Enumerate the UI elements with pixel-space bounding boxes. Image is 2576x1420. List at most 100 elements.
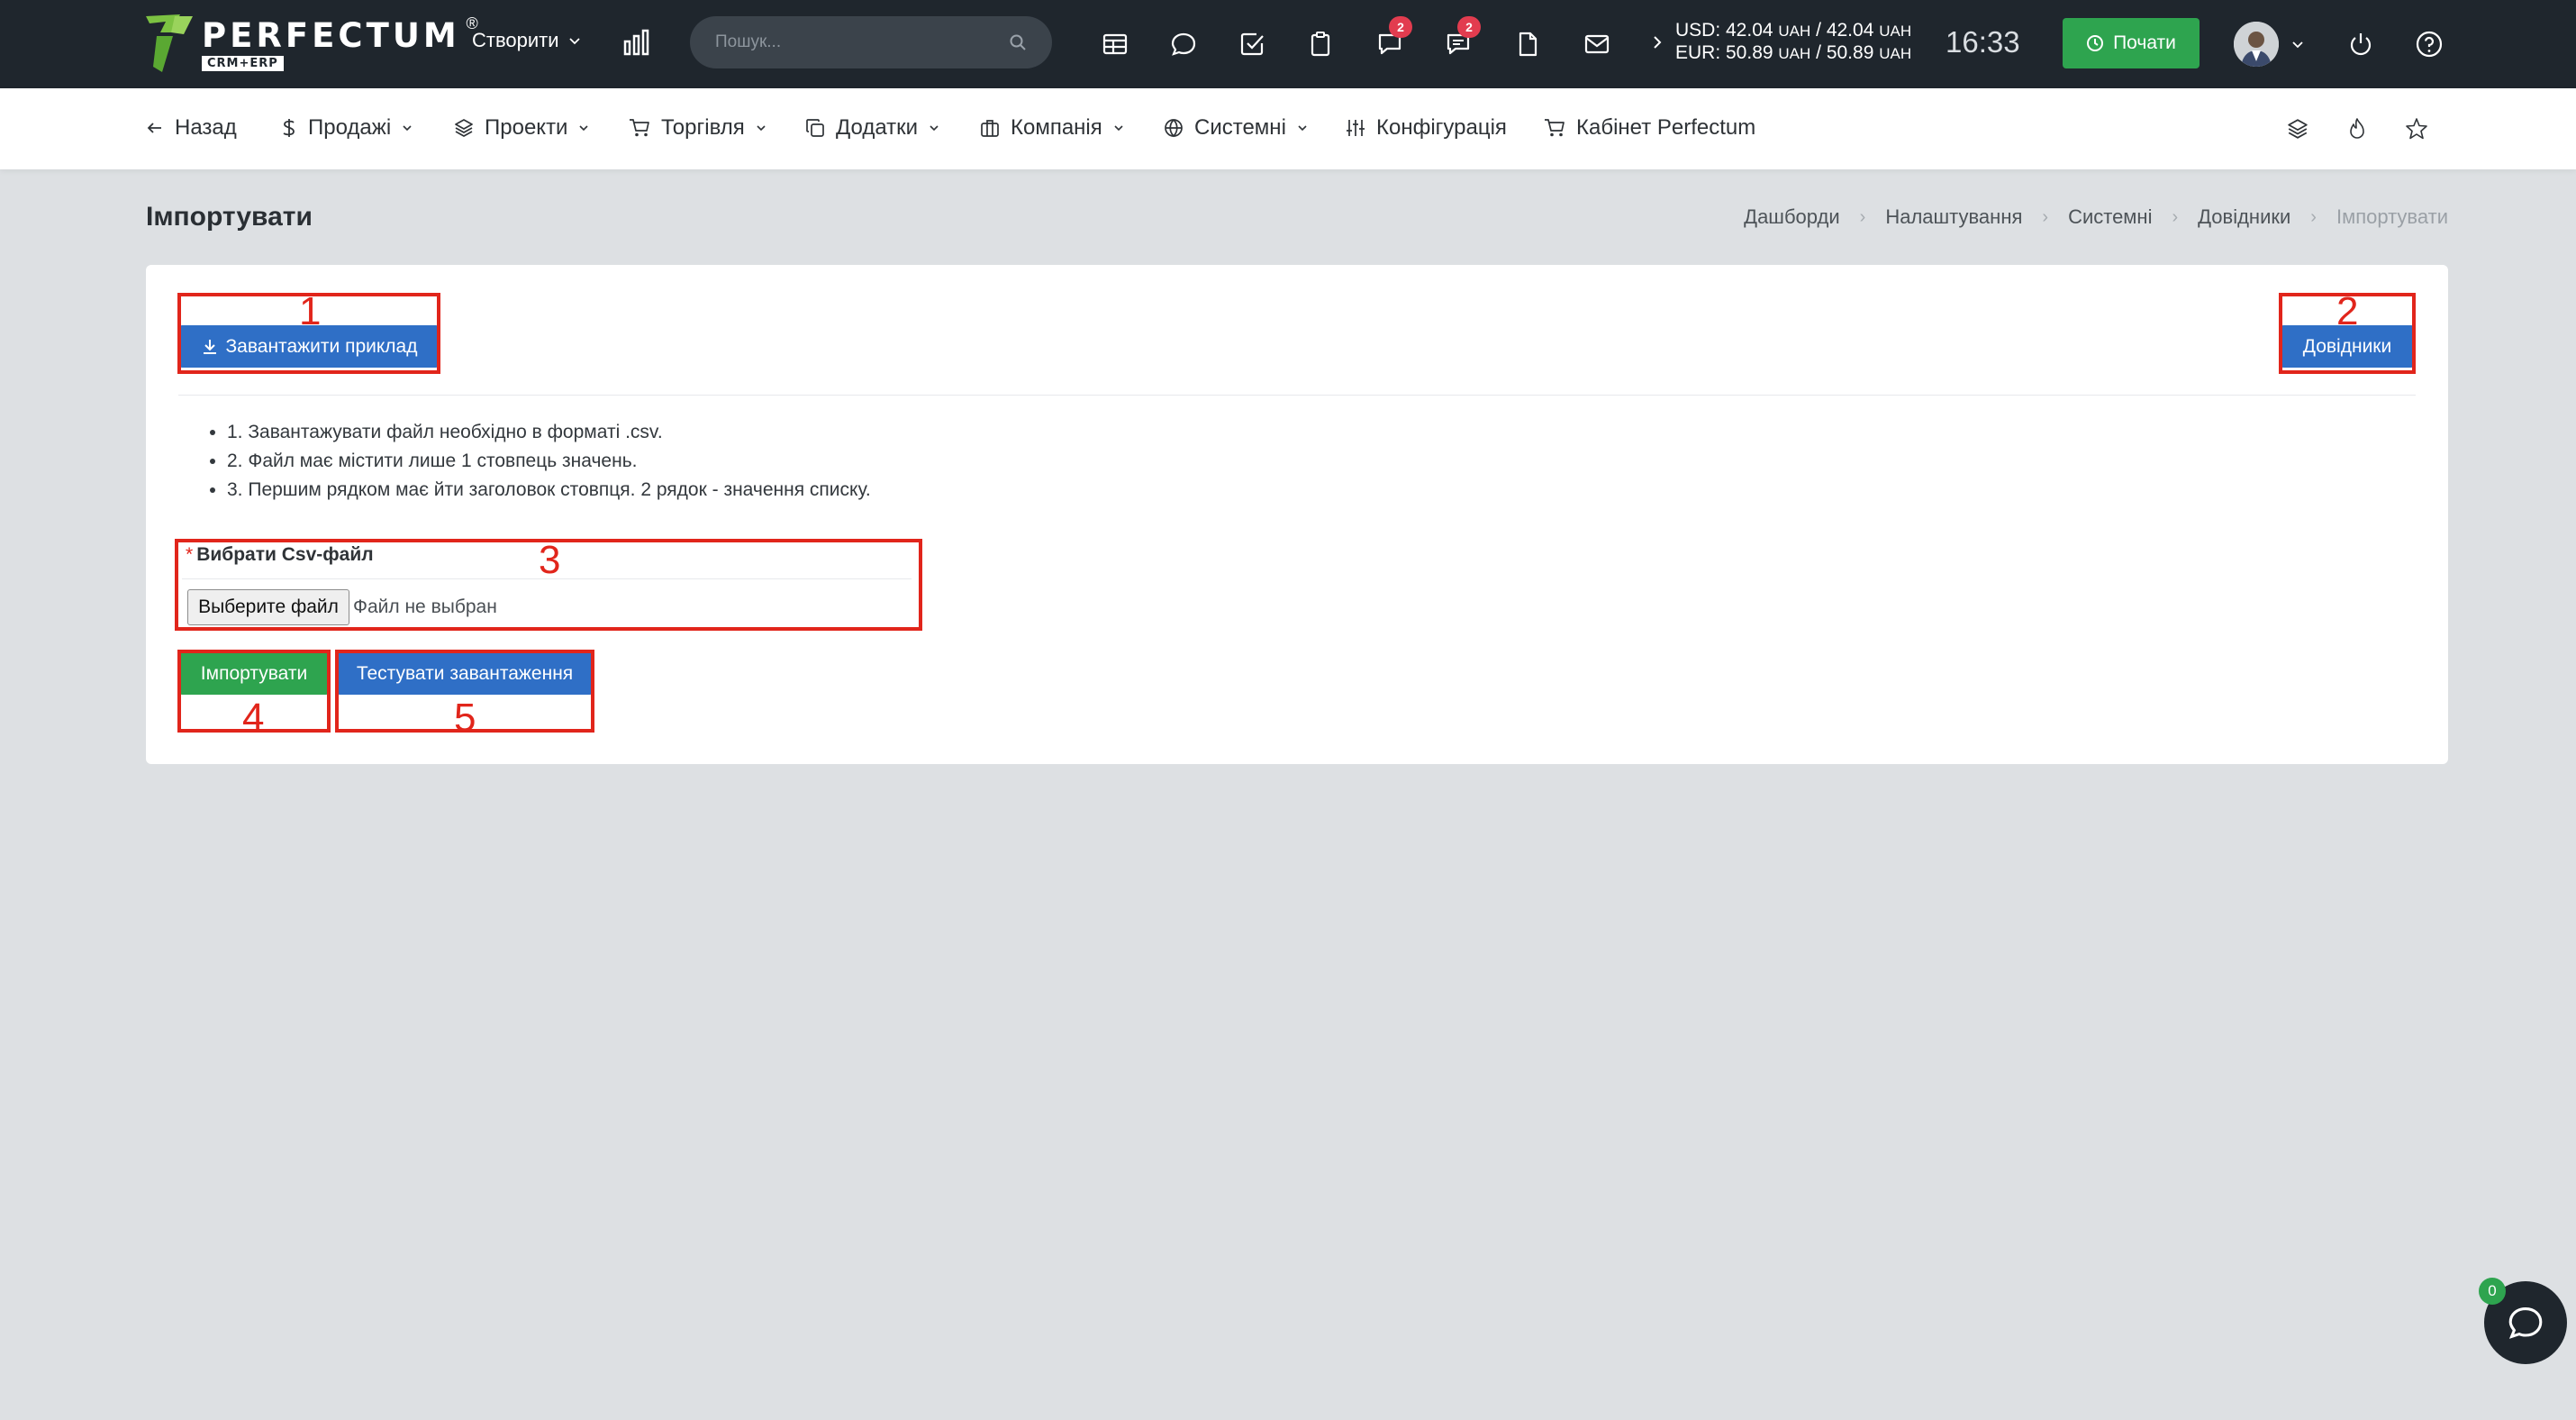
breadcrumb: Дашборди › Налаштування › Системні › Дов… <box>1744 205 2448 229</box>
breadcrumb-chevron-icon: › <box>1859 206 1866 227</box>
chevron-down-icon <box>403 125 412 132</box>
cart-icon <box>630 119 649 137</box>
nav-sales[interactable]: Продажі <box>281 115 413 141</box>
brand-name: PERFECTUM <box>202 16 460 55</box>
logout-button[interactable] <box>2344 27 2378 61</box>
power-icon <box>2350 33 2372 56</box>
chat-button[interactable] <box>1166 27 1201 61</box>
breadcrumb-settings[interactable]: Налаштування <box>1885 205 2022 229</box>
nav-back[interactable]: Назад <box>146 115 237 141</box>
annotation-number-2: 2 <box>2336 289 2359 333</box>
comments-badge: 2 <box>1457 16 1481 38</box>
star-icon <box>2406 118 2427 140</box>
breadcrumb-directories[interactable]: Довідники <box>2198 205 2290 229</box>
nav-config[interactable]: Конфігурація <box>1346 115 1507 141</box>
documents-button[interactable] <box>1510 27 1545 61</box>
chevron-down-icon <box>1298 125 1307 132</box>
briefcase-icon <box>981 120 999 137</box>
messages-badge: 2 <box>1389 16 1412 38</box>
create-menu-label: Створити <box>472 29 559 51</box>
start-timer-button[interactable]: Почати <box>2063 18 2200 68</box>
tasks-button[interactable] <box>1235 27 1269 61</box>
comments-button[interactable]: 2 <box>1441 16 1481 61</box>
clock: 16:33 <box>1946 25 2020 59</box>
nav-trade[interactable]: Торгівля <box>629 115 766 141</box>
chevron-down-icon <box>930 125 939 132</box>
chat-bubble-icon <box>1171 32 1196 56</box>
clipboard-icon <box>1311 32 1330 57</box>
table-view-button[interactable] <box>1098 27 1132 61</box>
hot-button[interactable] <box>2342 114 2372 144</box>
create-menu[interactable]: Створити <box>472 29 581 52</box>
chat-widget-button[interactable]: 0 <box>2479 1278 2567 1364</box>
import-rules-list: 1. Завантажувати файл необхідно в формат… <box>227 418 871 505</box>
section-divider <box>178 395 2416 396</box>
avatar <box>2234 22 2279 67</box>
cart-icon <box>1545 119 1565 137</box>
usd-rate: USD: 42.04 UAH / 42.04 UAH <box>1675 20 1912 41</box>
search-icon[interactable] <box>1009 33 1027 51</box>
nav-cabinet[interactable]: Кабінет Perfectum <box>1544 115 1755 141</box>
breadcrumb-dashboards[interactable]: Дашборди <box>1744 205 1839 229</box>
currency-rates[interactable]: USD: 42.04 UAH / 42.04 UAH EUR: 50.89 UA… <box>1652 20 1911 65</box>
nav-addons[interactable]: Додатки <box>805 115 939 141</box>
import-card: Завантажити приклад 1 Довідники 2 1. Зав… <box>146 265 2448 764</box>
mail-button[interactable] <box>1580 27 1614 61</box>
clipboard-button[interactable] <box>1303 27 1338 61</box>
breadcrumb-chevron-icon: › <box>2172 206 2179 227</box>
breadcrumb-current: Імпортувати <box>2336 205 2448 228</box>
arrow-left-icon <box>147 123 161 133</box>
sliders-icon <box>1347 120 1365 136</box>
mail-icon <box>1584 34 1610 54</box>
start-timer-label: Почати <box>2113 32 2176 53</box>
layers-icon <box>455 119 473 137</box>
layers-button[interactable] <box>2282 114 2313 144</box>
chevron-down-icon <box>579 125 589 132</box>
messages-button[interactable]: 2 <box>1373 16 1412 61</box>
logo-mark-icon <box>146 14 193 72</box>
reports-chart-button[interactable] <box>621 27 652 58</box>
user-menu[interactable] <box>2234 22 2304 67</box>
annotation-number-1: 1 <box>299 289 322 333</box>
chevron-down-icon <box>1114 125 1123 132</box>
copy-icon <box>806 119 824 137</box>
search-input[interactable] <box>715 32 1009 52</box>
chat-count-badge: 0 <box>2479 1278 2506 1305</box>
bar-chart-icon <box>623 29 649 56</box>
clock-icon <box>2087 35 2104 51</box>
top-bar: PERFECTUM ® CRM+ERP Створити 2 2 <box>0 0 2576 88</box>
chat-bubble-icon <box>2508 1307 2543 1339</box>
flame-icon <box>2350 118 2364 139</box>
help-circle-icon <box>2416 31 2443 58</box>
breadcrumb-chevron-icon: › <box>2310 206 2317 227</box>
file-icon <box>1519 32 1537 57</box>
table-icon <box>1102 33 1128 55</box>
breadcrumb-system[interactable]: Системні <box>2068 205 2152 229</box>
nav-projects[interactable]: Проекти <box>454 115 589 141</box>
favorites-button[interactable] <box>2401 114 2432 144</box>
chevron-down-icon <box>757 125 766 132</box>
rule-item: 3. Першим рядком має йти заголовок стовп… <box>227 476 871 505</box>
nav-system[interactable]: Системні <box>1164 115 1308 141</box>
rule-item: 1. Завантажувати файл необхідно в формат… <box>227 418 871 447</box>
user-avatar-icon <box>2234 22 2279 67</box>
chevron-down-icon <box>568 38 580 45</box>
annotation-number-5: 5 <box>454 696 476 740</box>
eur-rate: EUR: 50.89 UAH / 50.89 UAH <box>1675 42 1912 63</box>
chevron-down-icon <box>2292 41 2303 49</box>
page-title: Імпортувати <box>146 202 313 232</box>
help-button[interactable] <box>2412 27 2446 61</box>
search-box <box>690 16 1052 68</box>
main-nav: Назад Продажі Проекти Торгівля Додатки К… <box>0 88 2576 169</box>
annotation-number-4: 4 <box>242 696 265 740</box>
nav-company[interactable]: Компанія <box>980 115 1124 141</box>
brand-subtitle: CRM+ERP <box>202 56 284 71</box>
brand-logo[interactable]: PERFECTUM ® CRM+ERP <box>144 13 478 74</box>
chevron-right-icon <box>1654 36 1662 49</box>
globe-icon <box>1165 119 1183 138</box>
dollar-icon <box>283 119 295 137</box>
checkbox-icon <box>1240 32 1264 56</box>
rule-item: 2. Файл має містити лише 1 стовпець знач… <box>227 447 871 476</box>
breadcrumb-chevron-icon: › <box>2042 206 2049 227</box>
layers-icon <box>2288 119 2308 139</box>
